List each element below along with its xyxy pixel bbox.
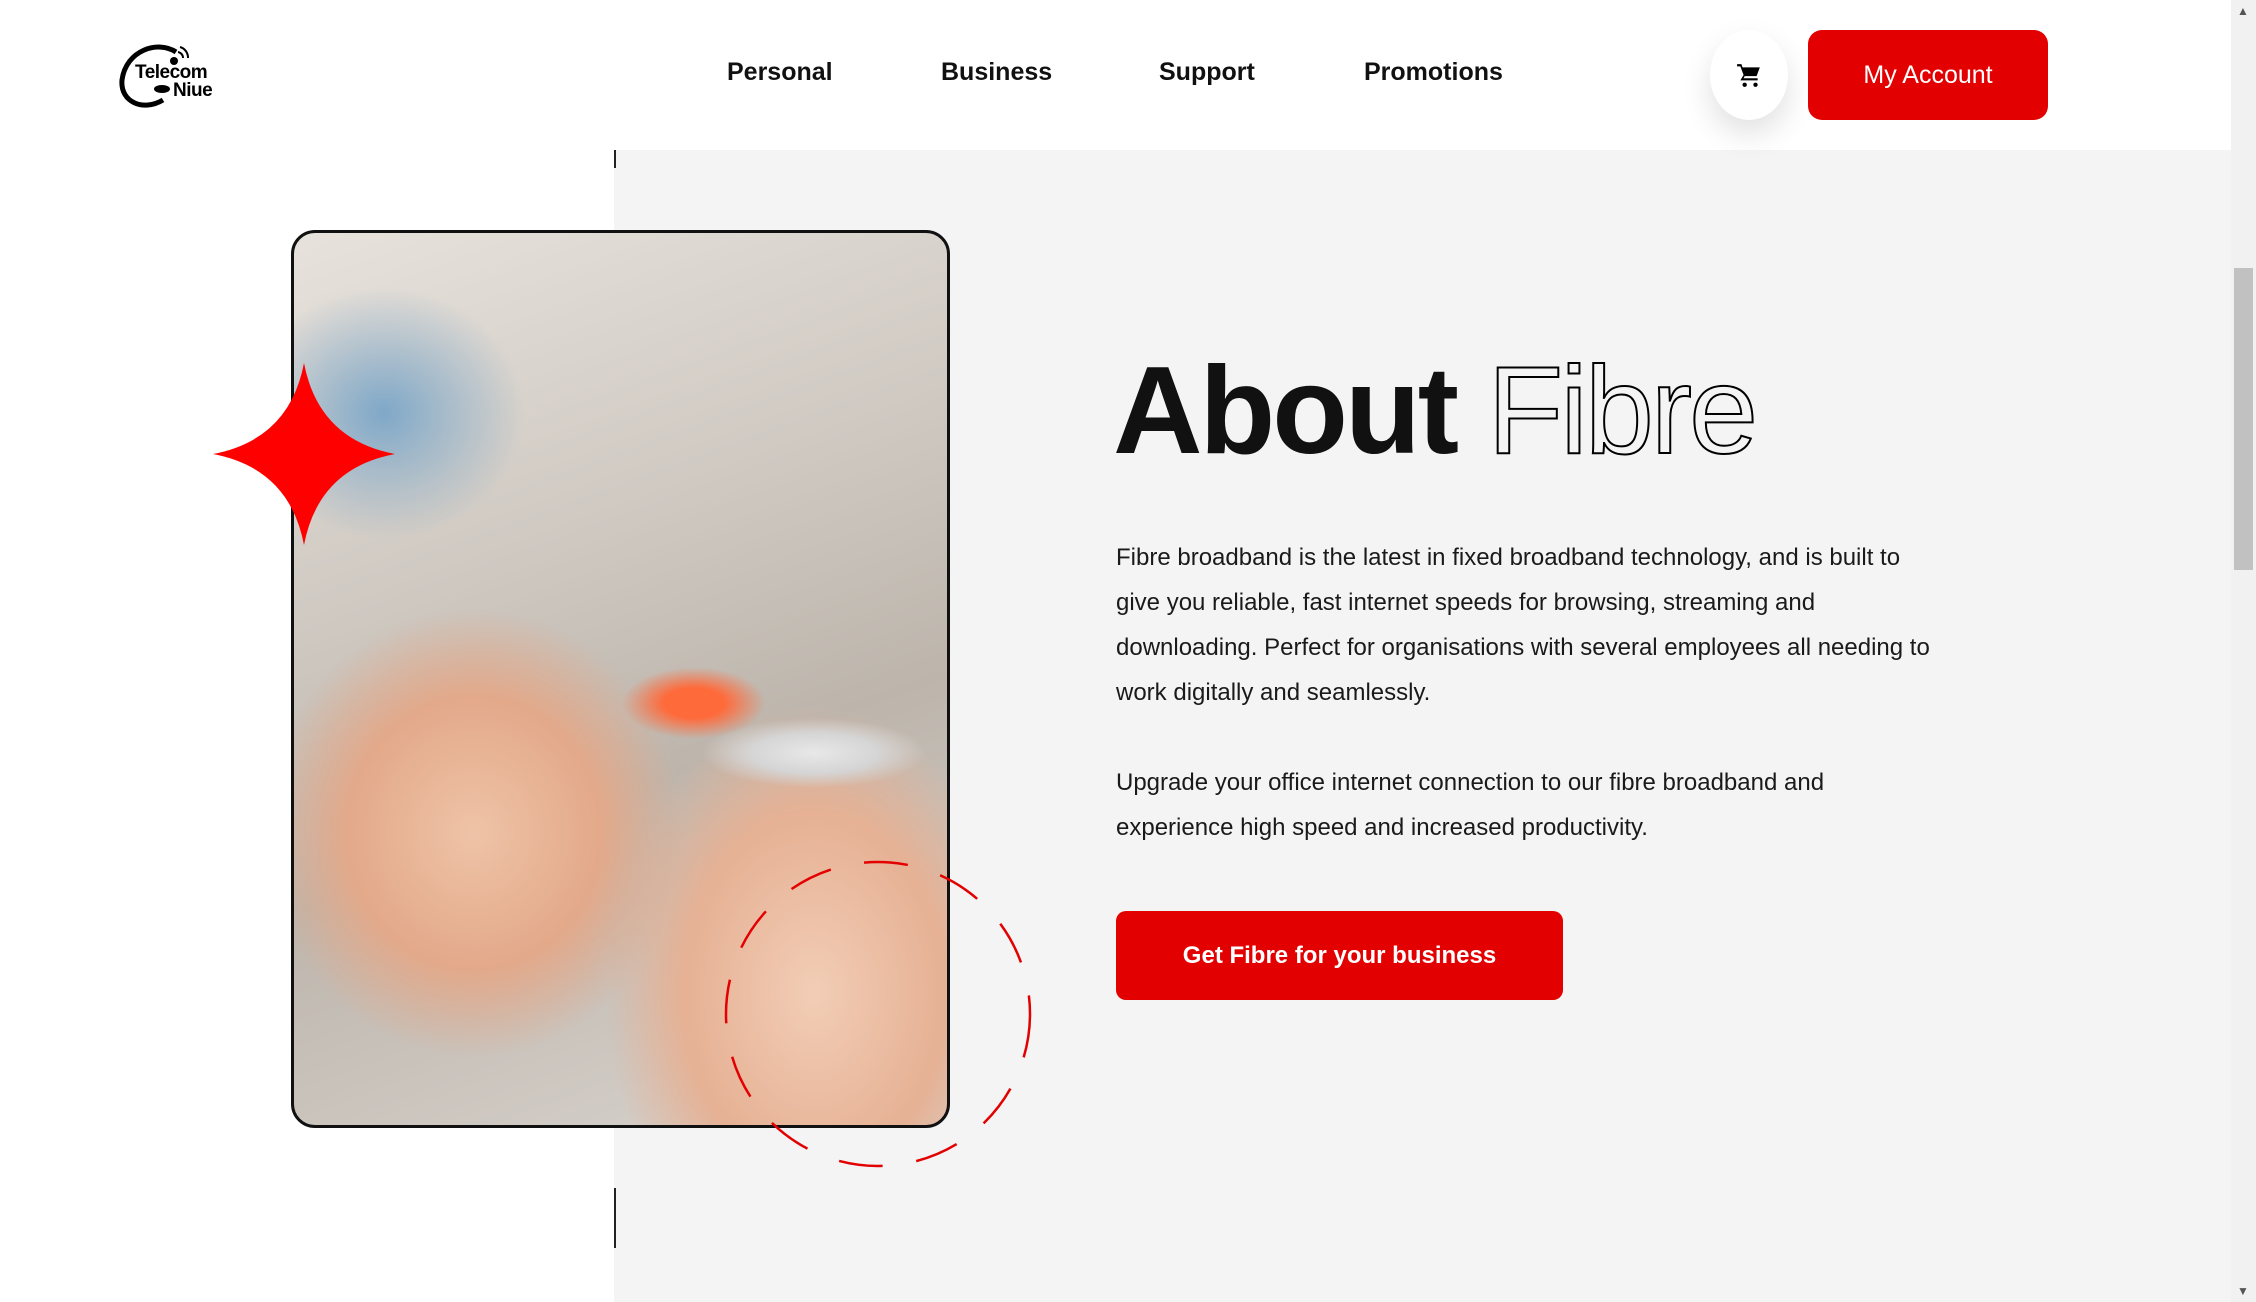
scrollbar-thumb[interactable]: [2234, 268, 2253, 570]
nav-promotions[interactable]: Promotions: [1364, 58, 1503, 87]
title-outline: Fibre: [1487, 341, 1760, 481]
intro-paragraph: Fibre broadband is the latest in fixed b…: [1116, 544, 1930, 706]
site-header: Telecom Niue Personal Business Support P…: [0, 0, 2231, 150]
cart-button[interactable]: [1710, 30, 1788, 120]
get-fibre-button[interactable]: Get Fibre for your business: [1116, 911, 1563, 1000]
nav-business[interactable]: Business: [941, 58, 1052, 87]
divider-line: [614, 150, 616, 168]
page-title: About Fibre: [1113, 340, 1760, 482]
cart-icon: [1737, 64, 1760, 87]
nav-support[interactable]: Support: [1159, 58, 1255, 87]
my-account-button[interactable]: My Account: [1808, 30, 2048, 120]
logo-text: Niue: [173, 80, 213, 101]
scroll-up-icon[interactable]: ▲: [2237, 4, 2249, 18]
divider-line: [614, 1188, 616, 1248]
upgrade-paragraph: Upgrade your office internet connection …: [1116, 769, 1825, 841]
telecom-niue-logo[interactable]: Telecom Niue: [118, 40, 223, 112]
red-star-decoration-icon: [213, 363, 395, 545]
scrollbar[interactable]: [2231, 0, 2256, 1302]
scroll-down-icon[interactable]: ▼: [2237, 1284, 2249, 1298]
title-bold: About: [1113, 342, 1459, 480]
nav-personal[interactable]: Personal: [727, 58, 833, 87]
dashed-circle-decoration-icon: [724, 860, 1032, 1168]
